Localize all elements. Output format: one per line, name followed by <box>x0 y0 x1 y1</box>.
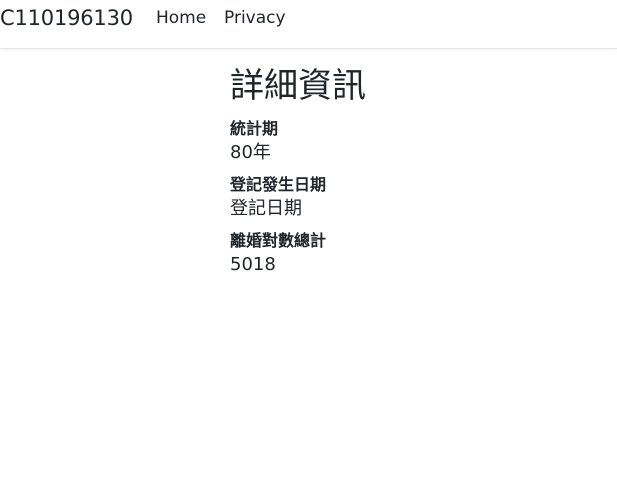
brand-link[interactable]: C110196130 <box>0 4 133 32</box>
top-navbar: C110196130 Home Privacy <box>0 0 617 49</box>
nav-link-privacy[interactable]: Privacy <box>224 6 286 30</box>
nav-link-home[interactable]: Home <box>156 6 206 30</box>
details-panel: 詳細資訊 統計期 80年 登記發生日期 登記日期 離婚對數總計 5018 <box>230 62 610 286</box>
field-label-registration-date: 登記發生日期 <box>230 175 327 194</box>
field-value-registration-date: 登記日期 <box>230 198 302 219</box>
page-title: 詳細資訊 <box>230 66 366 106</box>
field-label-period: 統計期 <box>230 119 279 138</box>
field-value-divorce-total: 5018 <box>230 254 276 275</box>
field-label-divorce-total: 離婚對數總計 <box>230 231 327 250</box>
field-value-period: 80年 <box>230 142 271 163</box>
